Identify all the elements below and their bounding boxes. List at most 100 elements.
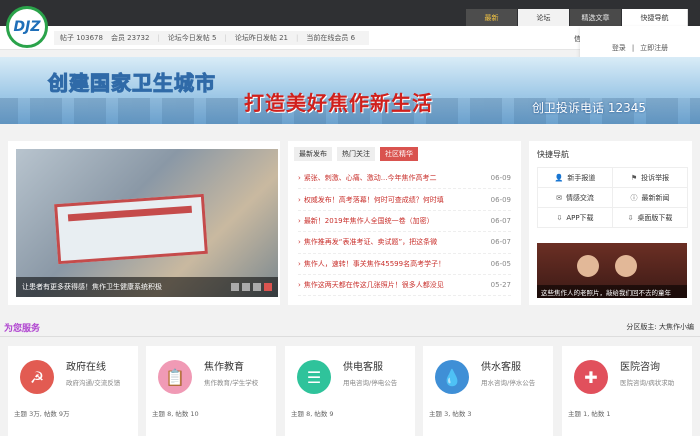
news-title[interactable]: 焦作这两天都在传这几张照片！很多人都没见 [304, 280, 487, 290]
service-desc: 用水咨询/停水公告 [481, 379, 536, 387]
government-icon: ☭ [20, 360, 54, 394]
slideshow-dots [228, 283, 272, 291]
register-link[interactable]: 立即注册 [640, 43, 668, 53]
arrow-icon: › [298, 195, 301, 204]
download-icon: ⇩ [556, 213, 563, 222]
arrow-icon: › [298, 281, 301, 290]
quick-desktop-download[interactable]: ⇩ 桌面版下载 [612, 207, 688, 228]
tab-community-best[interactable]: 社区精华 [380, 147, 418, 161]
stat-today: 论坛今日发帖 5 [167, 34, 217, 42]
tab-latest[interactable]: 最新 [466, 9, 517, 26]
slide-dot[interactable] [242, 283, 250, 291]
quick-item-label: 情感交流 [565, 193, 594, 202]
service-desc: 医院咨询/病状求助 [620, 379, 675, 387]
news-title[interactable]: 焦作推再发“表准考证、卖试题”，把这条微 [304, 237, 487, 247]
news-item[interactable]: › 焦作人，速转！事关焦作45599名高考学子！ 06-05 [298, 254, 511, 275]
stat-yesterday: 论坛昨日发帖 21 [234, 34, 288, 42]
service-name[interactable]: 医院咨询 [620, 358, 660, 373]
service-stats: 主题 8, 帖数 9 [291, 410, 334, 418]
stat-online: 当前在线会员 6 [306, 34, 356, 42]
service-card-water[interactable]: 💧 供水客服 用水咨询/停水公告 主题 3, 帖数 3 [423, 346, 553, 436]
promo-image[interactable]: 这些焦作人的老照片，敲给我们回不去的童年 [537, 243, 687, 298]
service-desc: 焦作教育/学生学校 [204, 379, 259, 387]
logo-text: DJZ [13, 19, 41, 35]
news-panel: 最新发布 热门关注 社区精华 › 紧张、刺激、心痛、激动...今年焦作高考二 06-… [288, 141, 521, 305]
news-item[interactable]: › 焦作这两天都在传这几张照片！很多人都没见 05-27 [298, 275, 511, 297]
service-desc: 政府沟通/交流反馈 [66, 379, 121, 387]
banner-slogan-2: 打造美好焦作新生活 [244, 91, 433, 115]
stat-members: 会员 23732 [110, 34, 150, 42]
service-card-power[interactable]: ☰ 供电客服 用电咨询/停电公告 主题 8, 帖数 9 [285, 346, 415, 436]
news-date: 06-07 [490, 216, 511, 225]
service-name[interactable]: 焦作教育 [204, 358, 244, 373]
news-title[interactable]: 焦作人，速转！事关焦作45599名高考学子！ [304, 259, 487, 269]
quick-item-label: APP下载 [566, 213, 594, 222]
tab-featured-articles[interactable]: 精选文章 [570, 9, 621, 26]
slide-dot-active[interactable] [264, 283, 272, 291]
quick-new-user[interactable]: 👤 新手报道 [537, 167, 613, 188]
news-title[interactable]: 最新！2019年焦作人全国统一卷（加密） [304, 216, 487, 226]
quick-nav-panel: 快捷导航 👤 新手报道 ⚑ 投诉举报 ✉ 情感交流 ⓘ 最新新闻 ⇩ APP下载 ⇩ 桌面版… [529, 141, 692, 305]
news-tabs: 最新发布 热门关注 社区精华 [294, 147, 423, 161]
stat-posts: 帖子 103678 [60, 34, 103, 42]
service-stats: 主题 3万, 帖数 9万 [14, 410, 70, 418]
slide-dot[interactable] [231, 283, 239, 291]
login-link[interactable]: 登录 [612, 43, 626, 53]
arrow-icon: › [298, 259, 301, 268]
service-stats: 主题 1, 帖数 1 [568, 410, 611, 418]
services-header: 为您服务 分区版主: 大焦作小编 [0, 318, 700, 338]
divider [0, 336, 700, 337]
quick-nav-grid: 👤 新手报道 ⚑ 投诉举报 ✉ 情感交流 ⓘ 最新新闻 ⇩ APP下载 ⇩ 桌面版下载 [537, 167, 688, 228]
news-item[interactable]: › 权威发布！高考落幕！何时可查成绩？何时填 06-09 [298, 189, 511, 211]
news-title[interactable]: 权威发布！高考落幕！何时可查成绩？何时填 [304, 195, 487, 205]
quick-complaint[interactable]: ⚑ 投诉举报 [612, 167, 688, 188]
service-stats: 主题 3, 帖数 3 [429, 410, 472, 418]
services-title[interactable]: 为您服务 [4, 321, 40, 334]
tab-forum[interactable]: 论坛 [518, 9, 569, 26]
news-item[interactable]: › 最新！2019年焦作人全国统一卷（加密） 06-07 [298, 211, 511, 233]
tab-quick-nav[interactable]: 快捷导航 [622, 9, 688, 26]
flag-icon: ⚑ [630, 173, 638, 182]
slide-dot[interactable] [253, 283, 261, 291]
quick-item-label: 投诉举报 [641, 173, 670, 182]
service-name[interactable]: 政府在线 [66, 358, 106, 373]
arrow-icon: › [298, 174, 301, 183]
service-card-government[interactable]: ☭ 政府在线 政府沟通/交流反馈 主题 3万, 帖数 9万 [8, 346, 138, 436]
slideshow-card: 让患者有更多获得感！焦作卫生健康系统积极 [8, 141, 280, 305]
service-card-hospital[interactable]: ✚ 医院咨询 医院咨询/病状求助 主题 1, 帖数 1 [562, 346, 692, 436]
user-icon: 👤 [554, 173, 564, 182]
service-name[interactable]: 供水客服 [481, 358, 521, 373]
clipboard-icon: 📋 [158, 360, 192, 394]
quick-emotion[interactable]: ✉ 情感交流 [537, 187, 613, 208]
quick-nav-title: 快捷导航 [537, 150, 569, 159]
tab-latest-posts[interactable]: 最新发布 [294, 147, 332, 161]
quick-app-download[interactable]: ⇩ APP下载 [537, 207, 613, 228]
promo-caption[interactable]: 这些焦作人的老照片，敲给我们回不去的童年 [537, 285, 687, 298]
water-drop-icon: 💧 [435, 360, 469, 394]
poster-board [54, 193, 208, 265]
quick-item-label: 最新新闻 [641, 193, 670, 202]
news-item[interactable]: › 紧张、刺激、心痛、激动...今年焦作高考二 06-09 [298, 168, 511, 190]
download-icon: ⇩ [627, 213, 634, 222]
banner-hotline: 创卫投诉电话 12345 [532, 101, 646, 115]
section-moderator: 分区版主: 大焦作小编 [626, 323, 694, 331]
news-date: 05-27 [490, 281, 511, 290]
forum-stats: 帖子 103678 会员 23732 | 论坛今日发帖 5 | 论坛昨日发帖 2… [54, 31, 370, 45]
arrow-icon: › [298, 238, 301, 247]
quick-latest-news[interactable]: ⓘ 最新新闻 [612, 187, 688, 208]
banner-slogan-1: 创建国家卫生城市 [48, 71, 216, 96]
news-date: 06-09 [490, 174, 511, 183]
news-item[interactable]: › 焦作推再发“表准考证、卖试题”，把这条微 06-07 [298, 232, 511, 254]
person-face [577, 255, 599, 277]
news-title[interactable]: 紧张、刺激、心痛、激动...今年焦作高考二 [304, 173, 487, 183]
medical-cross-icon: ✚ [574, 360, 608, 394]
slideshow-image[interactable]: 让患者有更多获得感！焦作卫生健康系统积极 [16, 149, 278, 297]
service-card-education[interactable]: 📋 焦作教育 焦作教育/学生学校 主题 8, 帖数 10 [146, 346, 276, 436]
banner[interactable]: 创建国家卫生城市 打造美好焦作新生活 创卫投诉电话 12345 [0, 57, 700, 124]
site-logo[interactable]: DJZ [6, 6, 48, 48]
service-name[interactable]: 供电客服 [343, 358, 383, 373]
tab-hot[interactable]: 热门关注 [337, 147, 375, 161]
main-nav: 最新 论坛 精选文章 快捷导航 [466, 9, 689, 26]
login-separator: | [631, 43, 635, 52]
arrow-icon: › [298, 216, 301, 225]
